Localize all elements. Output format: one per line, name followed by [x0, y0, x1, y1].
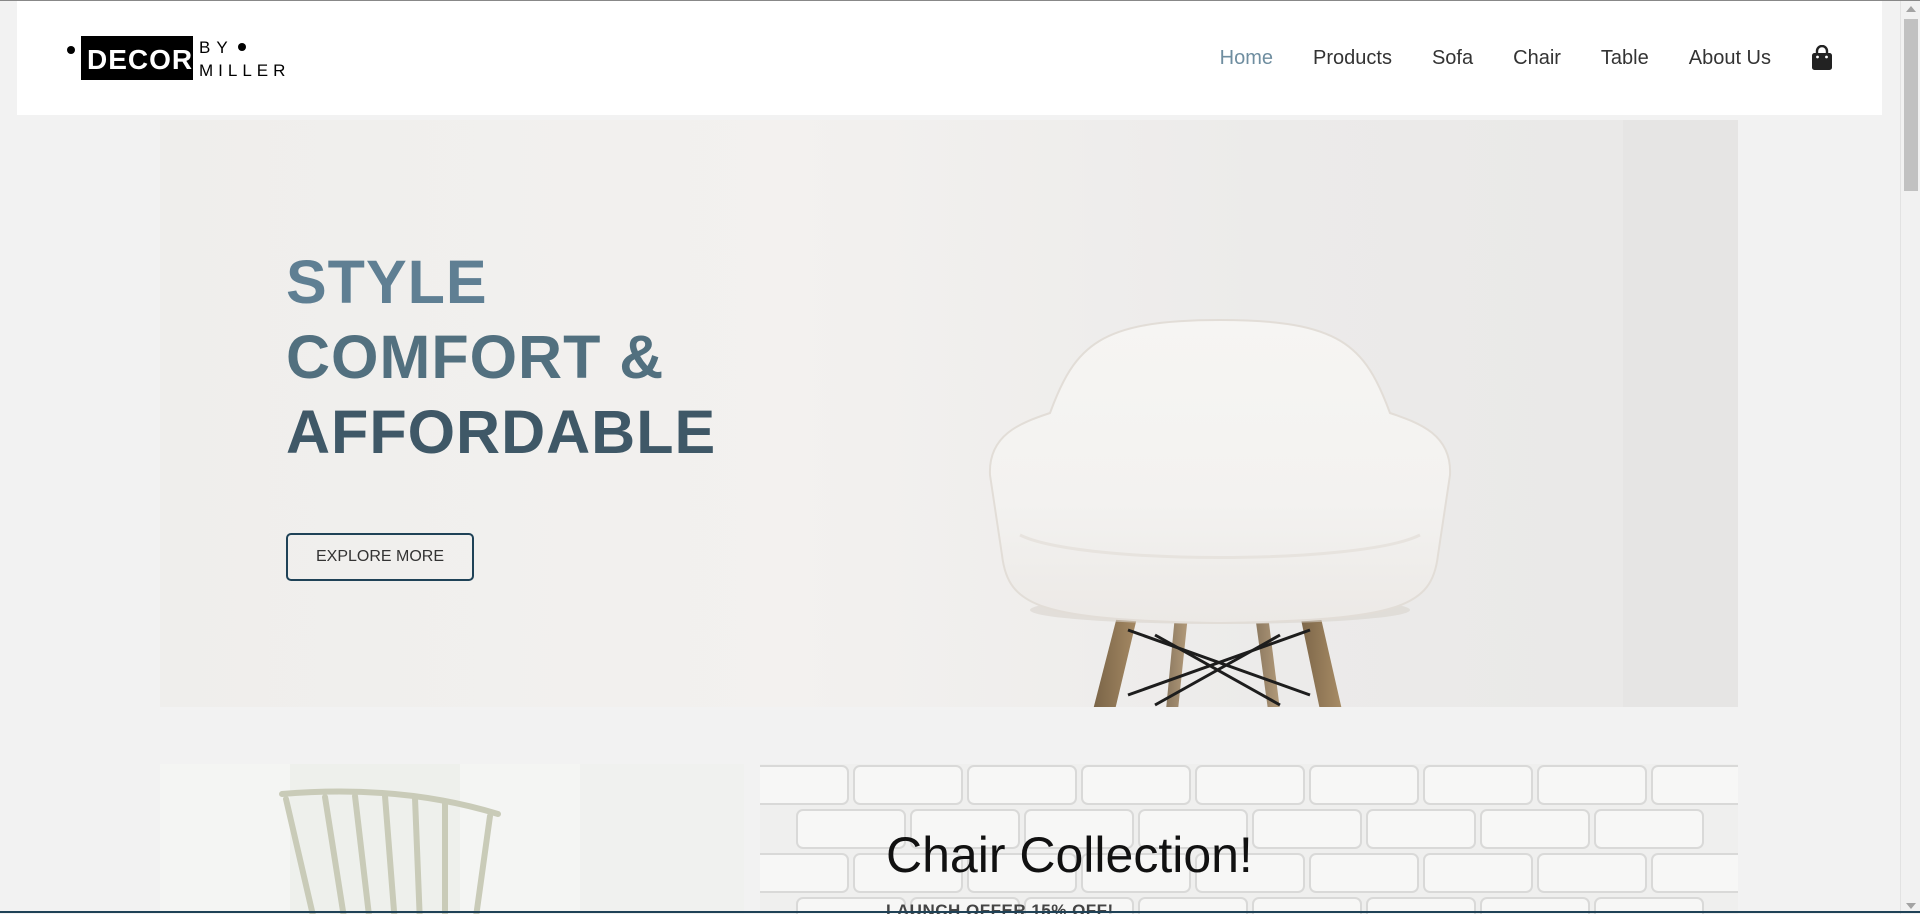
promo-chair-image — [160, 764, 744, 914]
nav-item-sofa[interactable]: Sofa — [1432, 47, 1473, 70]
white-chair-image — [988, 318, 1452, 707]
scroll-down-arrow-icon[interactable] — [1906, 903, 1916, 909]
hero-wall-panel — [1623, 120, 1738, 707]
nav-item-chair[interactable]: Chair — [1513, 47, 1561, 70]
hero-title: STYLE COMFORT & AFFORDABLE — [286, 245, 716, 470]
svg-text:MILLER: MILLER — [199, 61, 290, 80]
main-nav: Home Products Sofa Chair Table About Us — [1180, 1, 1882, 115]
nav-item-table[interactable]: Table — [1601, 47, 1649, 70]
hero-banner: STYLE COMFORT & AFFORDABLE EXPLORE MORE — [160, 120, 1738, 707]
vertical-scrollbar[interactable] — [1900, 1, 1920, 914]
scroll-up-arrow-icon[interactable] — [1906, 6, 1916, 12]
shopping-bag-icon[interactable] — [1811, 44, 1833, 71]
hero-title-line: AFFORDABLE — [286, 398, 717, 466]
page: DECOR BY MILLER Home Products Sofa Chair… — [0, 1, 1900, 914]
svg-text:BY: BY — [199, 38, 234, 57]
hero-title-line: COMFORT & — [286, 323, 665, 391]
nav-item-products[interactable]: Products — [1313, 47, 1392, 70]
nav-item-home[interactable]: Home — [1220, 47, 1273, 70]
promo-collection-panel: Chair Collection! LAUNCH OFFER 15% OFF! — [760, 764, 1738, 914]
svg-text:DECOR: DECOR — [87, 44, 193, 75]
explore-more-button[interactable]: EXPLORE MORE — [286, 533, 474, 581]
hero-title-line: STYLE — [286, 248, 488, 316]
scrollbar-thumb[interactable] — [1904, 19, 1918, 191]
site-header: DECOR BY MILLER Home Products Sofa Chair… — [17, 1, 1882, 115]
promo-title: Chair Collection! — [886, 827, 1253, 883]
nav-item-about-us[interactable]: About Us — [1689, 47, 1771, 70]
brand-logo[interactable]: DECOR BY MILLER — [66, 34, 306, 84]
